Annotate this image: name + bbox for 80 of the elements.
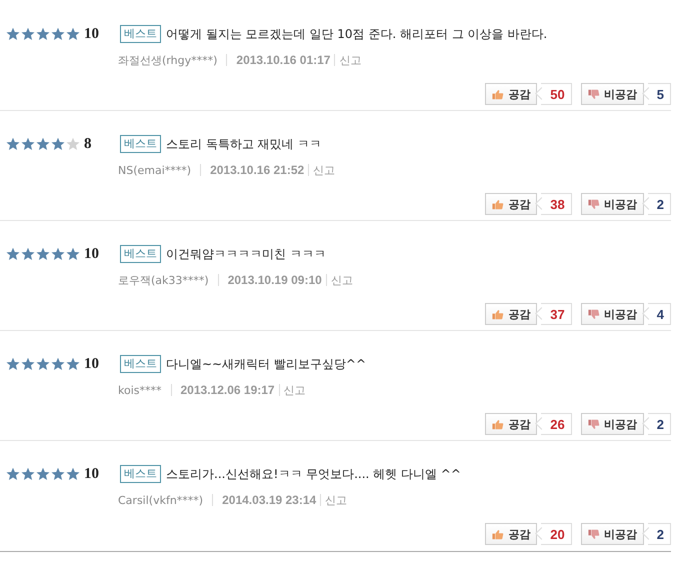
review-text: 스토리가...신선해요!ㅋㅋ 무엇보다.... 헤헷 다니엘 ^^ bbox=[166, 466, 461, 482]
star-icon bbox=[51, 27, 65, 41]
dislike-button[interactable]: 비공감 bbox=[580, 193, 644, 215]
star-icon bbox=[21, 467, 35, 481]
author-name: 로우잭(ak33****) bbox=[118, 272, 209, 288]
like-count: 26 bbox=[536, 413, 572, 435]
thumbs-up-icon bbox=[492, 200, 504, 209]
review-date: 2013.10.19 09:10 bbox=[228, 273, 322, 287]
dislike-button[interactable]: 비공감 bbox=[580, 303, 644, 325]
author-name: 좌절선생(rhgy****) bbox=[118, 52, 218, 68]
star-icon bbox=[36, 467, 50, 481]
best-badge: 베스트 bbox=[120, 135, 161, 153]
star-icon bbox=[51, 357, 65, 371]
like-count: 20 bbox=[536, 523, 572, 545]
thumbs-down-icon bbox=[588, 199, 600, 208]
star-icon bbox=[36, 137, 50, 151]
review-text: 어떻게 될지는 모르겠는데 일단 10점 준다. 해리포터 그 이상을 바란다. bbox=[166, 26, 548, 42]
star-icon bbox=[21, 137, 35, 151]
rating-score: 10 bbox=[83, 356, 100, 372]
best-badge: 베스트 bbox=[120, 355, 161, 373]
star-icon bbox=[36, 27, 50, 41]
review-date: 2013.10.16 21:52 bbox=[210, 163, 304, 177]
like-button[interactable]: 공감 bbox=[485, 523, 538, 545]
star-icon bbox=[51, 137, 65, 151]
best-badge: 베스트 bbox=[120, 465, 161, 483]
best-badge: 베스트 bbox=[120, 25, 161, 43]
star-icon bbox=[6, 27, 20, 41]
author-name: kois**** bbox=[118, 384, 162, 396]
thumbs-down-icon bbox=[588, 309, 600, 318]
author-name: NS(emai****) bbox=[118, 164, 192, 176]
thumbs-down-icon bbox=[588, 529, 600, 538]
like-count: 38 bbox=[536, 193, 572, 215]
best-badge: 베스트 bbox=[120, 245, 161, 263]
thumbs-up-icon bbox=[492, 310, 504, 319]
star-icon bbox=[66, 247, 80, 261]
review-date: 2013.12.06 19:17 bbox=[180, 383, 275, 397]
dislike-button[interactable]: 비공감 bbox=[580, 523, 644, 545]
star-icon bbox=[51, 467, 65, 481]
thumbs-up-icon bbox=[492, 90, 504, 99]
dislike-count: 2 bbox=[642, 413, 671, 435]
star-icon bbox=[21, 357, 35, 371]
rating-score: 8 bbox=[83, 136, 92, 152]
review-text: 다니엘~~새캐릭터 빨리보구싶당^^ bbox=[166, 356, 366, 372]
dislike-count: 5 bbox=[642, 83, 671, 105]
author-name: Carsil(vkfn****) bbox=[118, 494, 204, 506]
like-button[interactable]: 공감 bbox=[485, 83, 538, 105]
star-icon bbox=[66, 27, 80, 41]
star-icon bbox=[21, 27, 35, 41]
review-text: 이건뭐얌ㅋㅋㅋㅋ미친 ㅋㅋㅋ bbox=[166, 246, 326, 262]
star-icon bbox=[36, 247, 50, 261]
dislike-count: 4 bbox=[642, 303, 671, 325]
like-button[interactable]: 공감 bbox=[485, 413, 538, 435]
thumbs-down-icon bbox=[588, 89, 600, 98]
review-text: 스토리 독특하고 재밌네 ㅋㅋ bbox=[166, 136, 322, 152]
rating-score: 10 bbox=[83, 246, 100, 262]
star-icon bbox=[6, 467, 20, 481]
review-date: 2013.10.16 01:17 bbox=[236, 53, 330, 67]
dislike-count: 2 bbox=[642, 193, 671, 215]
rating-score: 10 bbox=[83, 466, 100, 482]
dislike-button[interactable]: 비공감 bbox=[580, 413, 644, 435]
star-icon bbox=[21, 247, 35, 261]
star-icon bbox=[66, 467, 80, 481]
dislike-count: 2 bbox=[642, 523, 671, 545]
star-icon bbox=[6, 357, 20, 371]
thumbs-up-icon bbox=[492, 420, 504, 429]
like-count: 37 bbox=[536, 303, 572, 325]
dislike-button[interactable]: 비공감 bbox=[580, 83, 644, 105]
like-count: 50 bbox=[536, 83, 572, 105]
thumbs-up-icon bbox=[492, 530, 504, 539]
star-icon bbox=[6, 137, 20, 151]
star-icon bbox=[51, 247, 65, 261]
star-icon bbox=[66, 137, 80, 151]
review-date: 2014.03.19 23:14 bbox=[222, 493, 316, 507]
like-button[interactable]: 공감 bbox=[485, 193, 538, 215]
rating-score: 10 bbox=[83, 26, 100, 42]
star-icon bbox=[36, 357, 50, 371]
thumbs-down-icon bbox=[588, 419, 600, 428]
star-icon bbox=[6, 247, 20, 261]
like-button[interactable]: 공감 bbox=[485, 303, 538, 325]
star-icon bbox=[66, 357, 80, 371]
